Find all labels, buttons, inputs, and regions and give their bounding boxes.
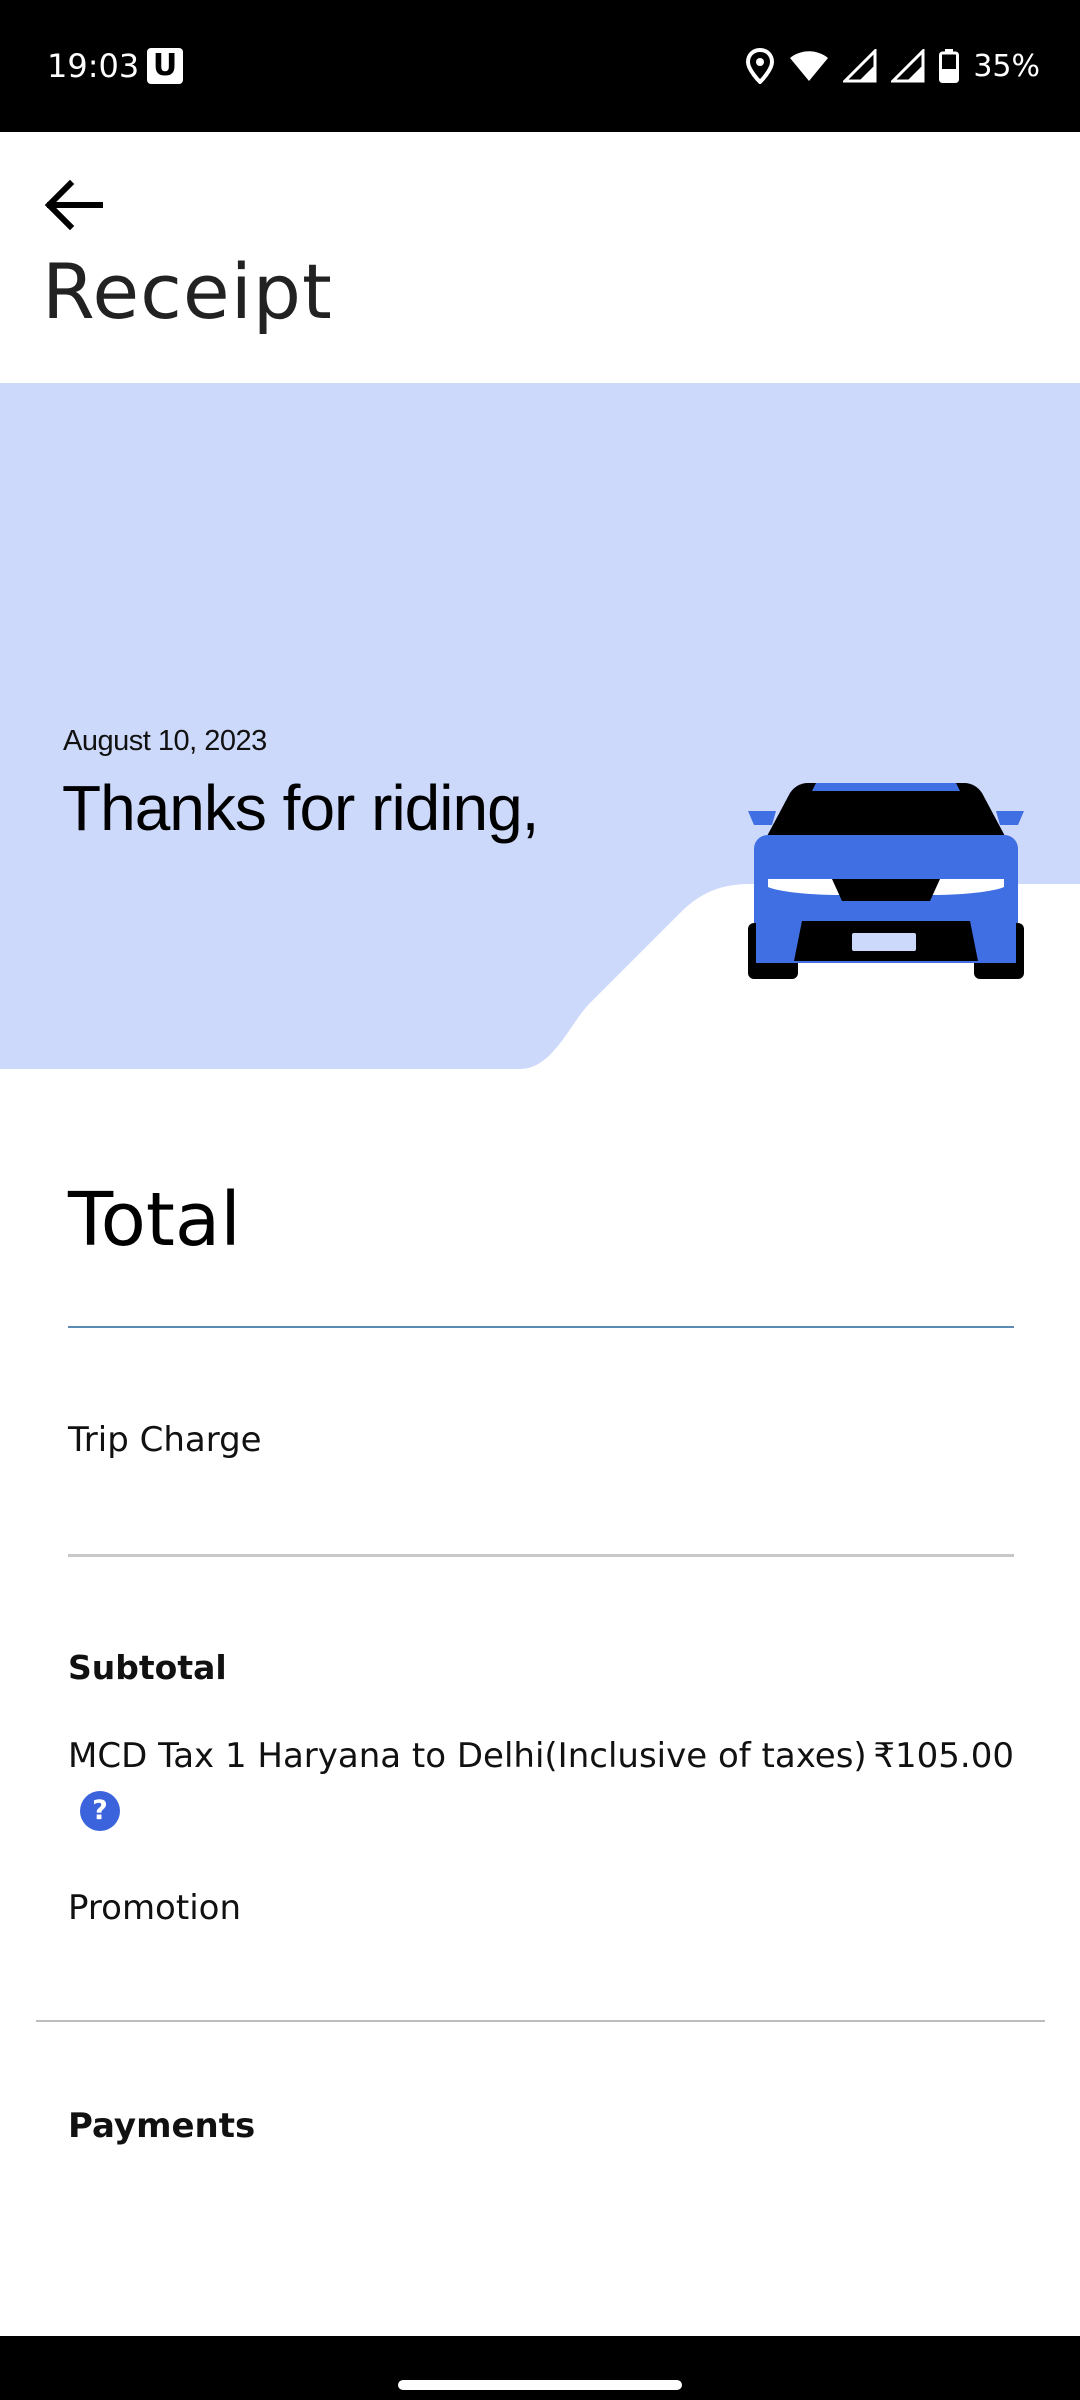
status-time: 19:03 bbox=[47, 47, 140, 85]
trip-charge-label: Trip Charge bbox=[68, 1420, 262, 1460]
thanks-heading: Thanks for riding, bbox=[62, 772, 539, 844]
status-bar: 19:03 U 35% bbox=[0, 0, 1080, 132]
promotion-label: Promotion bbox=[68, 1888, 241, 1928]
divider bbox=[68, 1326, 1014, 1328]
page-title: Receipt bbox=[42, 247, 333, 336]
tax-line-amount: ₹105.00 bbox=[873, 1736, 1014, 1776]
car-illustration bbox=[748, 783, 1024, 979]
hero-banner: August 10, 2023 Thanks for riding, bbox=[0, 383, 1080, 1069]
arrow-left-icon bbox=[44, 179, 103, 231]
receipt-screen: 19:03 U 35% Receipt August 10, 2023 Than… bbox=[0, 0, 1080, 2400]
status-icons: 35% bbox=[745, 44, 1040, 88]
payments-label: Payments bbox=[68, 2106, 256, 2146]
signal-icon bbox=[891, 49, 925, 83]
tax-line-label: MCD Tax 1 Haryana to Delhi(Inclusive of … bbox=[68, 1736, 867, 1776]
battery-percent: 35% bbox=[973, 48, 1040, 84]
total-heading: Total bbox=[68, 1177, 241, 1263]
help-icon[interactable]: ? bbox=[80, 1791, 120, 1831]
ride-date: August 10, 2023 bbox=[63, 725, 267, 757]
location-icon bbox=[746, 48, 775, 84]
divider bbox=[68, 1554, 1014, 1557]
uber-app-icon: U bbox=[147, 48, 183, 84]
signal-icon bbox=[843, 49, 877, 83]
wifi-icon bbox=[790, 51, 829, 81]
subtotal-label: Subtotal bbox=[68, 1648, 227, 1687]
divider bbox=[36, 2020, 1045, 2022]
back-button[interactable] bbox=[40, 170, 110, 240]
battery-icon bbox=[939, 49, 960, 83]
home-indicator[interactable] bbox=[398, 2380, 682, 2390]
navigation-bar bbox=[0, 2336, 1080, 2400]
